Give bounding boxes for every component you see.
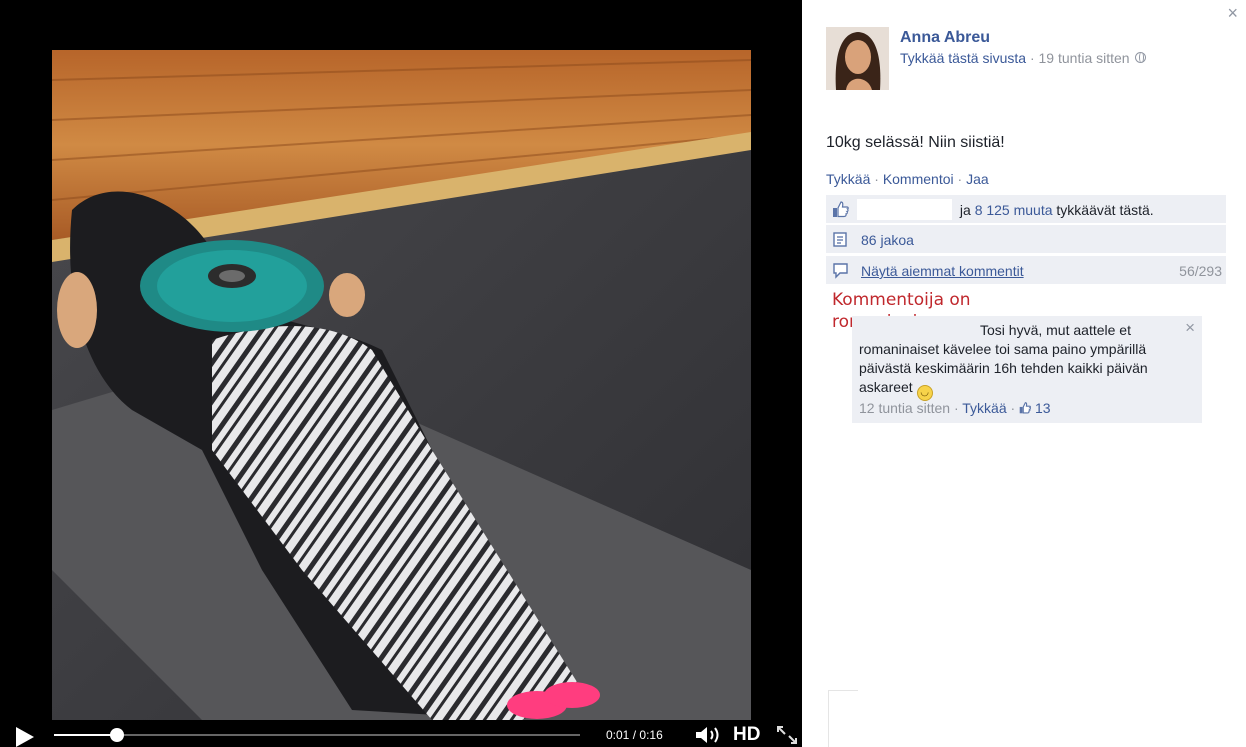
volume-icon[interactable] bbox=[694, 725, 724, 745]
video-frame[interactable] bbox=[52, 50, 751, 720]
likes-suffix: tykkäävät tästä. bbox=[1056, 202, 1154, 218]
comment-body: Tosi hyvä, mut aattele et romaninaiset k… bbox=[859, 321, 1179, 401]
like-button[interactable]: Tykkää bbox=[826, 171, 870, 187]
share-button[interactable]: Jaa bbox=[966, 171, 989, 187]
comment-counter: 56/293 bbox=[1179, 263, 1222, 279]
play-icon[interactable] bbox=[16, 727, 34, 747]
comment-meta: 12 tuntia sitten · Tykkää · 13 bbox=[859, 400, 1051, 416]
likes-row: ja 8 125 muuta tykkäävät tästä. bbox=[826, 195, 1226, 224]
redacted-name bbox=[857, 199, 952, 220]
comment-bubble-icon bbox=[833, 263, 848, 279]
comment-meta-separator: · bbox=[953, 400, 959, 416]
progress-track[interactable] bbox=[54, 728, 580, 742]
meta-separator: · bbox=[1029, 50, 1035, 66]
view-previous-comments-link[interactable]: Näytä aiemmat kommentit bbox=[861, 263, 1024, 279]
avatar-image bbox=[826, 27, 889, 90]
time-current: 0:01 bbox=[606, 728, 630, 742]
comment-text: Tosi hyvä, mut aattele et romaninaiset k… bbox=[859, 322, 1148, 395]
progress-handle[interactable] bbox=[110, 728, 125, 742]
post-meta: Tykkää tästä sivusta · 19 tuntia sitten bbox=[900, 50, 1147, 66]
likes-prefix: ja bbox=[959, 202, 971, 218]
time-readout: 0:01 / 0:16 bbox=[606, 728, 663, 742]
comment-likes[interactable]: 13 bbox=[1019, 400, 1051, 416]
video-controls: 0:01 / 0:16 HD bbox=[0, 720, 802, 747]
post-time[interactable]: 19 tuntia sitten bbox=[1039, 50, 1130, 66]
smiley-icon: ◡ bbox=[916, 385, 933, 401]
close-icon[interactable]: × bbox=[1227, 3, 1238, 24]
globe-icon bbox=[1135, 52, 1147, 63]
video-stage: 0:01 / 0:16 HD bbox=[0, 0, 802, 747]
comment-like-button[interactable]: Tykkää bbox=[962, 400, 1006, 416]
hd-toggle[interactable]: HD bbox=[733, 724, 760, 746]
avatar[interactable] bbox=[826, 27, 889, 90]
like-page-link[interactable]: Tykkää tästä sivusta bbox=[900, 50, 1026, 66]
video-still-image bbox=[52, 50, 751, 720]
shares-link[interactable]: 86 jakoa bbox=[861, 232, 914, 248]
post-actions: Tykkää · Kommentoi · Jaa bbox=[826, 171, 989, 187]
comment-time[interactable]: 12 tuntia sitten bbox=[859, 400, 950, 416]
annotation-line-1: Kommentoija on bbox=[832, 290, 971, 310]
progress-fill bbox=[54, 734, 118, 736]
share-icon bbox=[833, 232, 847, 247]
comment-input-edge[interactable] bbox=[828, 690, 858, 747]
post-text: 10kg selässä! Niin siistiä! bbox=[826, 134, 1005, 151]
actions-separator: · bbox=[957, 171, 963, 187]
author-name[interactable]: Anna Abreu bbox=[900, 29, 990, 47]
previous-comments-row: Näytä aiemmat kommentit 56/293 bbox=[826, 256, 1226, 285]
comment-meta-separator: · bbox=[1010, 400, 1016, 416]
time-separator: / bbox=[632, 728, 637, 742]
post-panel: × Anna Abreu Tykkää tästä sivusta · 19 t… bbox=[802, 0, 1246, 747]
actions-separator: · bbox=[874, 171, 879, 187]
comment: × Tosi hyvä, mut aattele et romaninaiset… bbox=[852, 316, 1202, 423]
thumbs-up-icon bbox=[833, 201, 849, 218]
shares-row: 86 jakoa bbox=[826, 225, 1226, 254]
comment-likes-count: 13 bbox=[1034, 400, 1051, 416]
time-total: 0:16 bbox=[639, 728, 663, 742]
comment-thumbs-up-icon bbox=[1019, 402, 1032, 414]
comment-button[interactable]: Kommentoi bbox=[883, 171, 954, 187]
likes-link[interactable]: 8 125 muuta bbox=[975, 202, 1053, 218]
comment-close-icon[interactable]: × bbox=[1185, 318, 1195, 338]
fullscreen-icon[interactable] bbox=[776, 725, 798, 745]
